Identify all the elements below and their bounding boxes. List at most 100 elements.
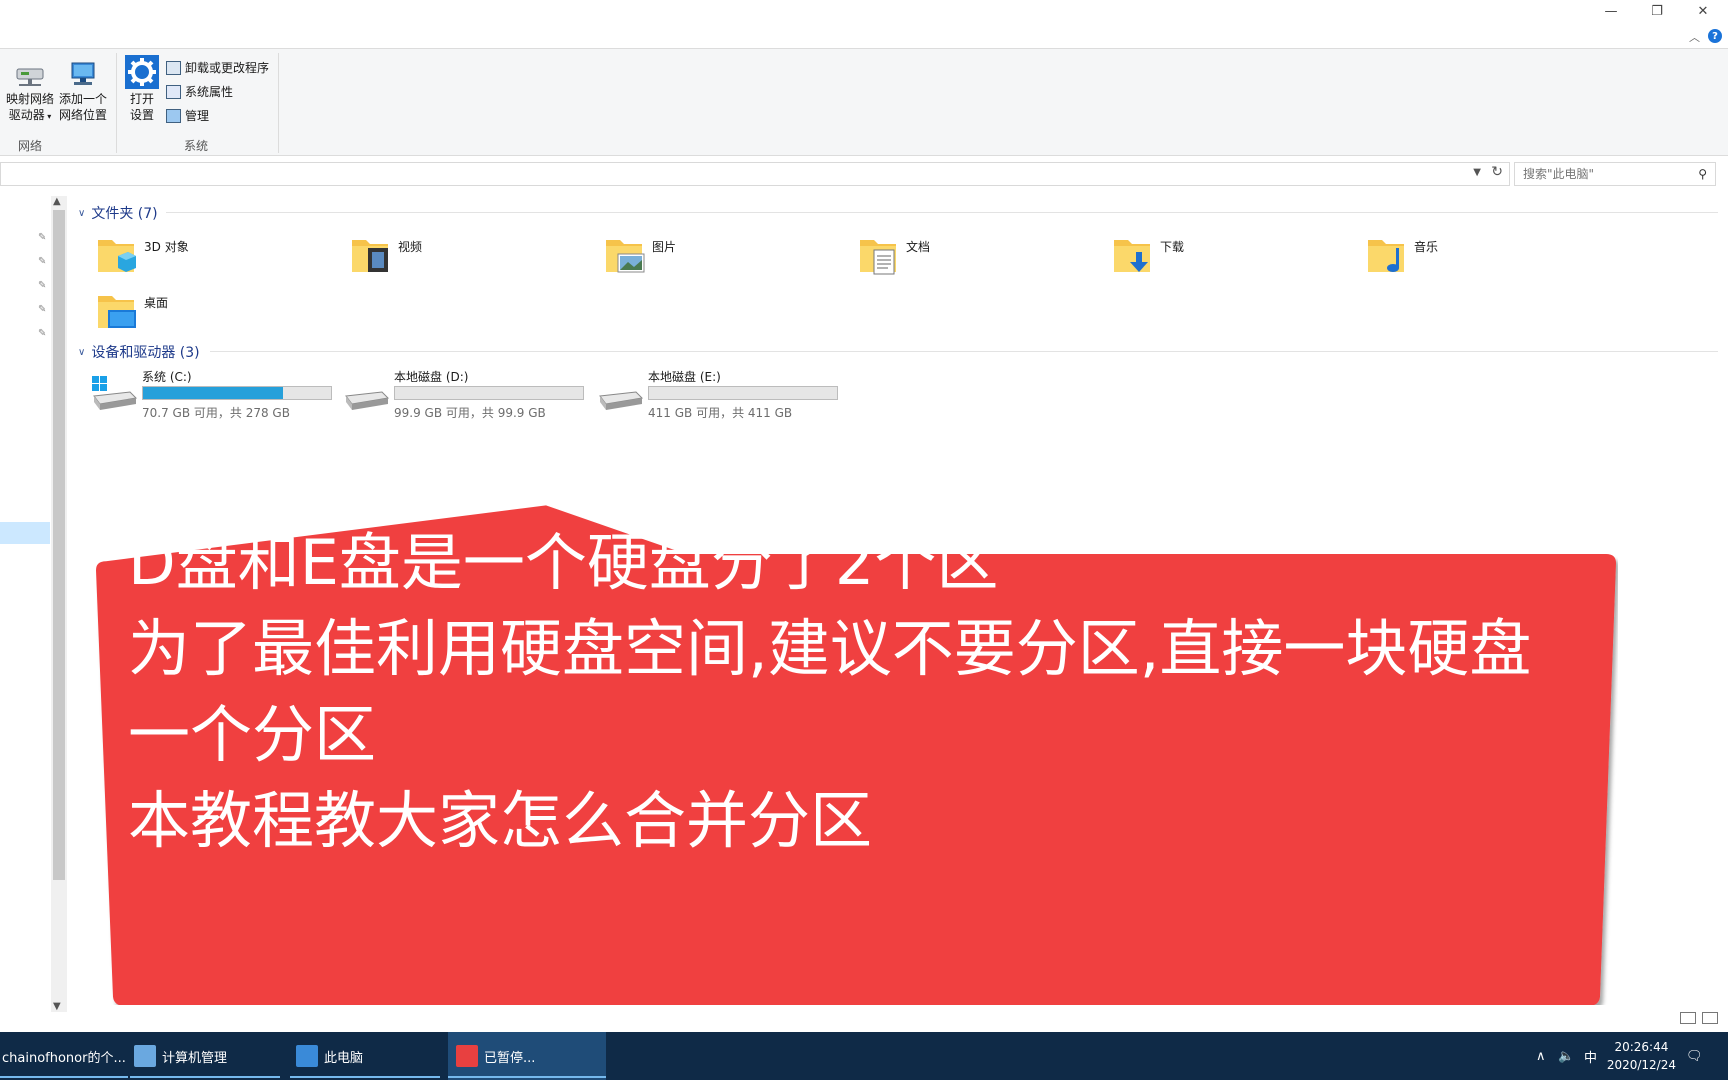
minimize-button[interactable]: —: [1588, 0, 1634, 22]
section-divider: [210, 351, 1718, 352]
search-icon[interactable]: ⚲: [1698, 167, 1707, 181]
drive-free-space: 99.9 GB 可用，共 99.9 GB: [394, 406, 546, 420]
chevron-down-icon: ∨: [78, 207, 86, 219]
tray-show-hidden-button[interactable]: ∧: [1536, 1032, 1546, 1080]
taskbar-item-label: 计算机管理: [162, 1050, 228, 1066]
folder-label: 3D 对象: [144, 240, 189, 254]
uninstall-icon: [166, 60, 181, 75]
action-center-button[interactable]: 🗨: [1686, 1032, 1703, 1080]
drive-usage-bar: [648, 386, 838, 400]
speaker-icon: 🔈: [1558, 1048, 1575, 1064]
nav-selected-item[interactable]: [0, 522, 50, 544]
folder-pictures[interactable]: 图片: [604, 234, 844, 284]
map-network-drive-button[interactable]: 映射网络 驱动器 ▾: [4, 59, 56, 125]
taskbar-item-user[interactable]: chainofhonor的个...: [0, 1032, 128, 1080]
open-settings-label-2: 设置: [129, 108, 154, 122]
scroll-up-icon[interactable]: ▲: [53, 196, 61, 207]
scroll-down-icon[interactable]: ▼: [53, 1001, 61, 1012]
address-bar[interactable]: ▼ ↻: [0, 162, 1510, 186]
taskbar-underline: [448, 1076, 606, 1078]
taskbar-underline: [290, 1076, 440, 1078]
chevron-down-icon[interactable]: ▼: [1473, 167, 1481, 178]
close-icon: ✕: [1697, 3, 1709, 19]
nav-scrollbar[interactable]: ▲ ▼: [51, 196, 67, 1012]
computer-management-icon: [134, 1045, 156, 1067]
annotation-callout: D盘和E盘是一个硬盘分了2个区 为了最佳利用硬盘空间,建议不要分区,直接一块硬盘…: [96, 500, 1618, 1005]
taskbar-underline: [130, 1076, 280, 1078]
drive-e[interactable]: 本地磁盘 (E:) 411 GB 可用，共 411 GB: [598, 368, 848, 424]
taskbar-underline: [0, 1076, 128, 1078]
help-button[interactable]: ?: [1708, 29, 1722, 43]
3d-objects-folder-icon: [98, 240, 136, 272]
system-group-label: 系统: [184, 139, 209, 153]
folder-downloads[interactable]: 下载: [1112, 234, 1352, 284]
restore-icon: ❐: [1651, 3, 1663, 19]
search-input[interactable]: [1523, 164, 1693, 184]
open-settings-label-1: 打开: [129, 92, 154, 106]
uninstall-label: 卸载或更改程序: [185, 61, 270, 75]
drives-section-header[interactable]: ∨ 设备和驱动器 (3): [78, 342, 200, 362]
this-pc-icon: [296, 1045, 318, 1067]
callout-line-1: D盘和E盘是一个硬盘分了2个区: [128, 526, 999, 599]
add-network-location-button[interactable]: 添加一个 网络位置: [56, 59, 110, 123]
ribbon-collapse-button[interactable]: ︿: [1689, 29, 1700, 45]
downloads-folder-icon: [1114, 240, 1150, 272]
taskbar: chainofhonor的个... 计算机管理 此电脑 已暂停... ∧ 🔈 中…: [0, 1032, 1728, 1080]
add-location-label-1: 添加一个: [58, 92, 107, 106]
taskbar-item-computer-management[interactable]: 计算机管理: [130, 1032, 280, 1080]
drive-label: 本地磁盘 (D:): [394, 370, 469, 384]
tray-ime-button[interactable]: 中: [1584, 1032, 1597, 1080]
drive-c[interactable]: 系统 (C:) 70.7 GB 可用，共 278 GB: [92, 368, 342, 424]
folder-music[interactable]: 音乐: [1366, 234, 1606, 284]
callout-line-4: 本教程教大家怎么合并分区: [128, 784, 873, 857]
taskbar-item-recorder[interactable]: 已暂停...: [448, 1032, 606, 1080]
manage-button[interactable]: 管理: [166, 107, 209, 124]
search-box[interactable]: ⚲: [1514, 162, 1716, 186]
details-view-icon[interactable]: [1680, 1012, 1696, 1024]
documents-folder-icon: [860, 240, 896, 275]
pin-icon: ✎: [38, 304, 47, 315]
add-location-label-2: 网络位置: [58, 108, 107, 122]
folder-desktop[interactable]: 桌面: [96, 290, 336, 340]
drive-d[interactable]: 本地磁盘 (D:) 99.9 GB 可用，共 99.9 GB: [344, 368, 594, 424]
folder-label: 视频: [398, 240, 423, 254]
nav-scrollbar-thumb[interactable]: [53, 210, 65, 880]
large-icons-view-icon[interactable]: [1702, 1012, 1718, 1024]
network-group-label: 网络: [18, 139, 43, 153]
folder-label: 下载: [1160, 240, 1185, 254]
clock-date: 2020/12/24: [1606, 1058, 1676, 1072]
taskbar-item-label: 已暂停...: [484, 1050, 536, 1066]
help-icon: ?: [1712, 30, 1718, 42]
restore-button[interactable]: ❐: [1634, 0, 1680, 22]
folder-3d-objects[interactable]: 3D 对象: [96, 234, 336, 284]
close-button[interactable]: ✕: [1680, 0, 1726, 22]
system-properties-label: 系统属性: [185, 85, 234, 99]
open-settings-button[interactable]: 打开 设置: [122, 55, 162, 123]
refresh-icon[interactable]: ↻: [1491, 164, 1503, 180]
clock-time: 20:26:44: [1614, 1040, 1669, 1054]
folder-videos[interactable]: 视频: [350, 234, 590, 284]
folder-label: 音乐: [1414, 240, 1439, 254]
dropdown-arrow-icon: ▾: [44, 112, 52, 121]
tray-volume-button[interactable]: 🔈: [1558, 1032, 1574, 1080]
pin-icon: ✎: [38, 280, 47, 291]
folder-documents[interactable]: 文档: [858, 234, 1098, 284]
view-toggle-group: [1680, 1012, 1718, 1024]
hard-drive-icon: [599, 391, 644, 410]
taskbar-item-this-pc[interactable]: 此电脑: [290, 1032, 440, 1080]
network-location-icon: [71, 62, 95, 85]
folders-section-header[interactable]: ∨ 文件夹 (7): [78, 203, 158, 223]
drives-section-title: 设备和驱动器 (3): [91, 345, 200, 361]
folder-label: 文档: [906, 240, 931, 254]
section-divider: [166, 212, 1718, 213]
pictures-folder-icon: [606, 240, 645, 273]
callout-line-2: 为了最佳利用硬盘空间,建议不要分区,直接一块硬盘: [128, 612, 1532, 685]
tray-clock[interactable]: 20:26:44 2020/12/24: [1607, 1038, 1676, 1074]
notification-icon: 🗨: [1686, 1048, 1703, 1064]
system-properties-button[interactable]: 系统属性: [166, 83, 233, 100]
manage-label: 管理: [185, 109, 210, 123]
callout-line-3: 一个分区: [128, 698, 377, 771]
uninstall-program-button[interactable]: 卸载或更改程序: [166, 59, 269, 76]
gear-icon: [125, 55, 159, 89]
computer-manage-icon: [166, 108, 181, 123]
